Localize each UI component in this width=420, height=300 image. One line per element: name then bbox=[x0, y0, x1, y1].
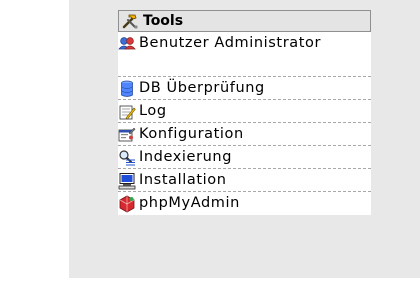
menu-item-db-ueberpruefung[interactable]: DB Überprüfung bbox=[118, 77, 371, 100]
tools-menu-title: Tools bbox=[143, 13, 184, 29]
menu-item-label: Benutzer Administrator bbox=[139, 35, 322, 51]
menu-item-log[interactable]: Log bbox=[118, 100, 371, 123]
configuration-icon bbox=[118, 127, 136, 142]
menu-item-label: Konfiguration bbox=[139, 126, 244, 142]
hammer-wrench-icon bbox=[121, 12, 139, 30]
menu-item-label: Installation bbox=[139, 172, 227, 188]
menu-item-benutzer-administrator[interactable]: Benutzer Administrator bbox=[118, 32, 371, 77]
tools-menu-list: Benutzer Administrator DB Überprüfung Lo… bbox=[118, 32, 371, 215]
installation-computer-icon bbox=[118, 173, 136, 190]
tools-menu-header: Tools bbox=[118, 10, 371, 32]
menu-item-label: Indexierung bbox=[139, 149, 233, 165]
database-icon bbox=[121, 80, 133, 97]
menu-item-konfiguration[interactable]: Konfiguration bbox=[118, 123, 371, 146]
menu-item-indexierung[interactable]: Indexierung bbox=[118, 146, 371, 169]
menu-item-label: DB Überprüfung bbox=[139, 80, 265, 96]
menu-item-installation[interactable]: Installation bbox=[118, 169, 371, 192]
phpmyadmin-icon bbox=[119, 195, 135, 213]
menu-item-label: Log bbox=[139, 103, 167, 119]
users-icon bbox=[118, 37, 136, 50]
indexing-magnifier-icon bbox=[119, 150, 135, 166]
menu-item-label: phpMyAdmin bbox=[139, 195, 240, 211]
menu-item-phpmyadmin[interactable]: phpMyAdmin bbox=[118, 192, 371, 215]
tools-menu: Tools Benutzer Administrator DB Überprüf… bbox=[118, 10, 371, 215]
log-notepad-icon bbox=[119, 105, 136, 120]
